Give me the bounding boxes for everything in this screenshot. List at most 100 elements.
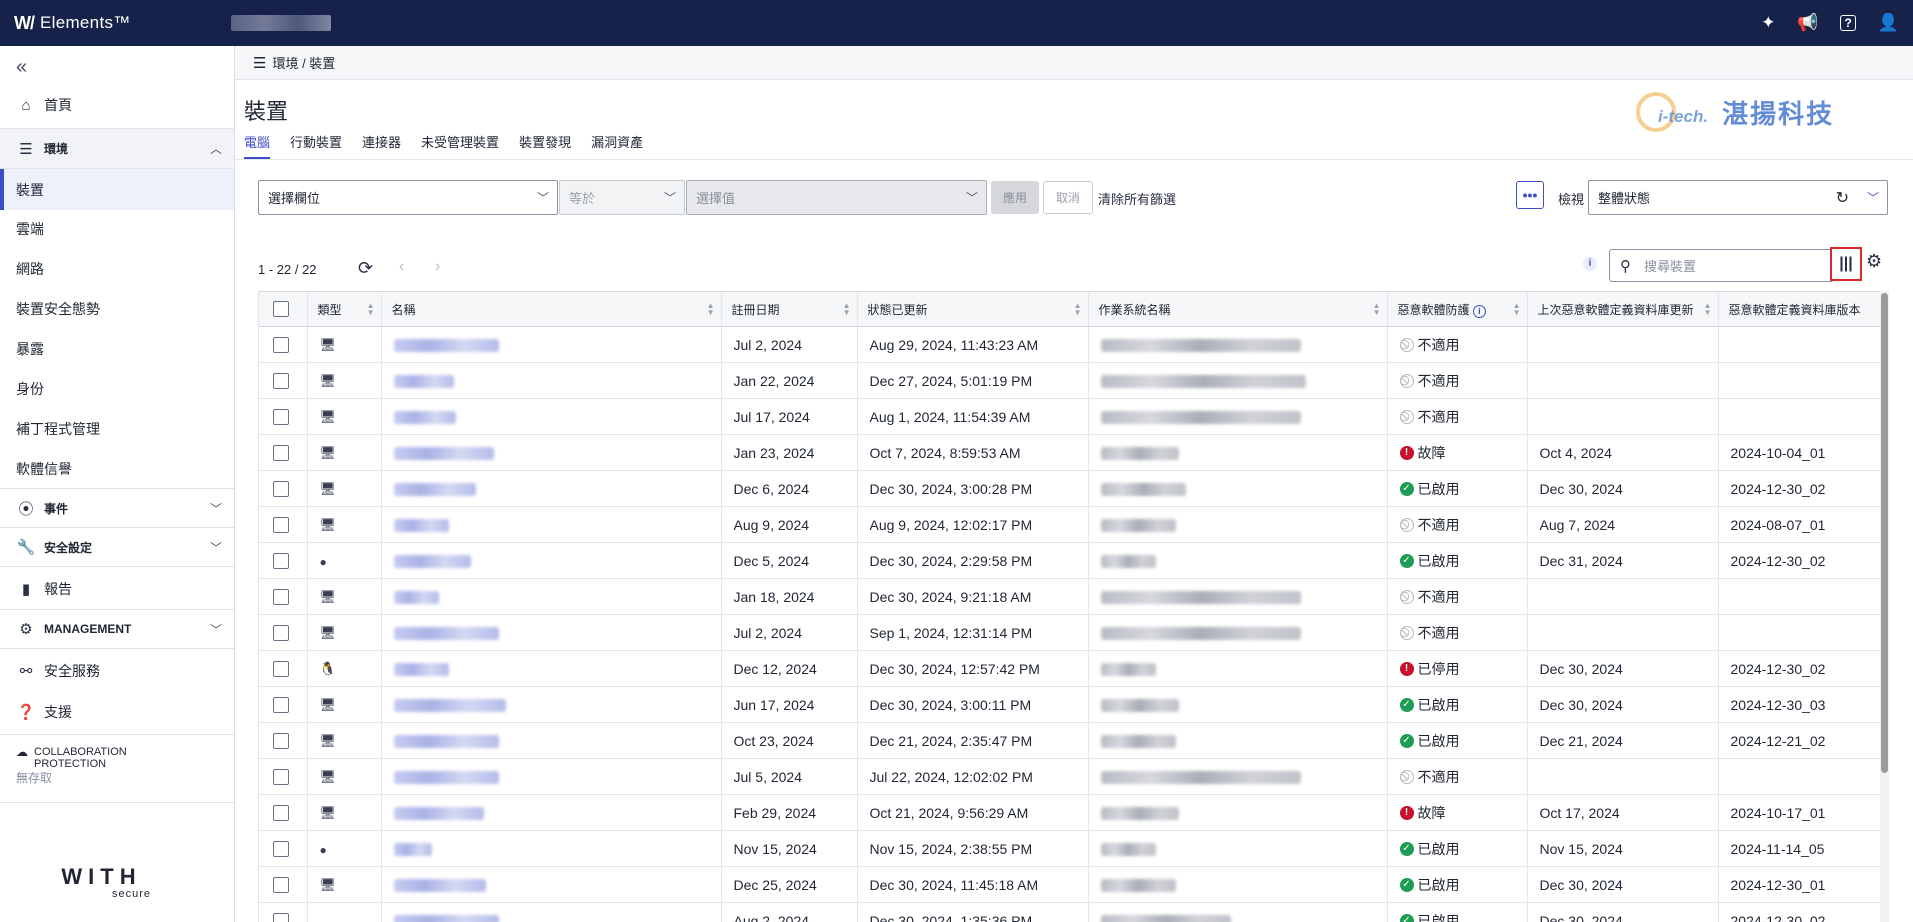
device-name-cell[interactable]: [381, 362, 722, 399]
device-name-cell[interactable]: [381, 506, 722, 543]
row-checkbox[interactable]: [273, 373, 289, 390]
refresh-icon[interactable]: ⟳: [358, 258, 373, 279]
sidebar-group-environment[interactable]: ☰ 環境 ︿: [0, 128, 234, 169]
row-checkbox[interactable]: [273, 517, 289, 534]
device-name-redacted[interactable]: [393, 807, 484, 821]
column-header-malware-protection[interactable]: 惡意軟體防護 i ▲ ▼: [1387, 291, 1528, 327]
row-checkbox[interactable]: [273, 553, 289, 570]
column-settings-button[interactable]: |||: [1830, 247, 1862, 281]
sidebar-item-reports[interactable]: ▮ 報告: [0, 570, 234, 608]
tab-vulnerable-assets[interactable]: 漏洞資產: [591, 132, 643, 159]
table-row[interactable]: 🐧 Dec 12, 2024 Dec 30, 2024, 12:57:42 PM! 已…: [259, 650, 1880, 687]
device-name-cell[interactable]: [381, 398, 722, 435]
device-name-redacted[interactable]: [393, 591, 439, 605]
device-name-redacted[interactable]: [393, 411, 456, 425]
sidebar-item-devices[interactable]: 裝置: [0, 169, 234, 210]
more-options-button[interactable]: •••: [1516, 181, 1544, 209]
column-header-last-db-update[interactable]: 上次惡意軟體定義資料庫更新 ▲ ▼: [1527, 291, 1719, 327]
table-row[interactable]: 🖥 Jan 18, 2024Dec 30, 2024, 9:21:18 AM⃠不適…: [259, 578, 1880, 615]
device-name-redacted[interactable]: [393, 843, 432, 857]
table-row[interactable]: ● Dec 5, 2024 Dec 30, 2024, 2:29:58 PM ✓ 已啟用…: [259, 542, 1880, 579]
gear-icon[interactable]: ⚙: [1866, 251, 1882, 272]
device-name-redacted[interactable]: [393, 483, 476, 497]
device-name-cell[interactable]: [381, 542, 722, 579]
sidebar-item-identity[interactable]: 身份: [0, 370, 234, 408]
row-checkbox[interactable]: [273, 733, 289, 750]
next-page-icon[interactable]: ›: [435, 258, 440, 276]
device-name-redacted[interactable]: [393, 879, 486, 893]
sidebar-item-support[interactable]: ❓ 支援: [0, 693, 234, 731]
tab-device-discovery[interactable]: 裝置發現: [519, 132, 571, 159]
row-checkbox[interactable]: [273, 661, 289, 678]
info-icon[interactable]: i: [1583, 257, 1597, 271]
sidebar-item-network[interactable]: 網路: [0, 250, 234, 288]
row-checkbox[interactable]: [273, 625, 289, 642]
table-row[interactable]: 🖥 Jul 17, 2024Aug 1, 2024, 11:54:39 AM⃠不適…: [259, 398, 1880, 435]
table-row[interactable]: 🖥 Jul 2, 2024Aug 29, 2024, 11:43:23 AM⃠不適…: [259, 326, 1880, 363]
device-name-cell[interactable]: [381, 758, 722, 795]
device-name-cell[interactable]: [381, 686, 722, 723]
clear-all-filters-link[interactable]: 清除所有篩選: [1098, 189, 1176, 208]
tab-unmanaged-devices[interactable]: 未受管理裝置: [421, 132, 499, 159]
cancel-filter-button[interactable]: 取消: [1043, 181, 1093, 214]
device-name-cell[interactable]: [381, 470, 722, 507]
sidebar-group-security-settings[interactable]: 🔧 安全設定 ﹀: [0, 528, 234, 566]
tab-mobile-devices[interactable]: 行動裝置: [290, 132, 342, 159]
row-checkbox[interactable]: [273, 409, 289, 426]
device-name-cell[interactable]: [381, 326, 722, 363]
sidebar-item-software-reputation[interactable]: 軟體信譽: [0, 450, 234, 488]
row-checkbox[interactable]: [273, 337, 289, 354]
info-icon[interactable]: i: [1472, 304, 1486, 318]
table-row[interactable]: 🖥 Jul 5, 2024Jul 22, 2024, 12:02:02 PM⃠不適…: [259, 758, 1880, 795]
tab-computers[interactable]: 電腦: [244, 132, 271, 159]
collaboration-protection[interactable]: ☁ COLLABORATION PROTECTION 無存取: [16, 746, 127, 784]
scrollbar-thumb[interactable]: [1881, 293, 1888, 773]
column-header-registered[interactable]: 註冊日期 ▲ ▼: [721, 291, 858, 327]
row-checkbox[interactable]: [273, 913, 289, 922]
organization-name-redacted[interactable]: [230, 15, 331, 31]
row-checkbox[interactable]: [273, 841, 289, 858]
sidebar-item-cloud[interactable]: 雲端: [0, 210, 234, 248]
table-row[interactable]: 🖥 Jan 22, 2024Dec 27, 2024, 5:01:19 PM⃠不適…: [259, 362, 1880, 399]
megaphone-icon[interactable]: 📢: [1797, 13, 1818, 33]
device-name-redacted[interactable]: [393, 699, 506, 713]
device-name-cell[interactable]: [381, 722, 722, 759]
filter-operator-select[interactable]: 等於 ﹀: [559, 180, 685, 215]
device-name-redacted[interactable]: [393, 735, 499, 749]
select-all-checkbox[interactable]: [273, 301, 289, 317]
sidebar-item-exposure[interactable]: 暴露: [0, 330, 234, 368]
table-row[interactable]: 🖥 Jul 2, 2024Sep 1, 2024, 12:31:14 PM⃠不適用: [259, 614, 1880, 651]
device-name-redacted[interactable]: [393, 771, 499, 785]
table-row[interactable]: 🖥 Oct 23, 2024 Dec 21, 2024, 2:35:47 PM ✓ 已啟…: [259, 722, 1880, 759]
tab-connectors[interactable]: 連接器: [362, 132, 401, 159]
sidebar-group-events[interactable]: ⦿ 事件 ﹀: [0, 489, 234, 527]
user-icon[interactable]: 👤: [1878, 13, 1899, 33]
row-checkbox[interactable]: [273, 445, 289, 462]
column-header-status-updated[interactable]: 狀態已更新 ▲ ▼: [857, 291, 1089, 327]
device-name-redacted[interactable]: [393, 663, 449, 677]
device-name-cell[interactable]: [381, 902, 722, 922]
row-checkbox[interactable]: [273, 589, 289, 606]
column-header-type[interactable]: 類型 ▲ ▼: [307, 291, 382, 327]
device-name-redacted[interactable]: [393, 555, 471, 569]
device-name-redacted[interactable]: [393, 519, 449, 533]
sparkle-icon[interactable]: ✦: [1761, 13, 1775, 33]
view-select[interactable]: 整體狀態 ↻ ﹀: [1588, 180, 1888, 215]
device-name-redacted[interactable]: [393, 915, 499, 922]
device-name-cell[interactable]: [381, 866, 722, 903]
table-row[interactable]: ▬ Aug 2, 2024 Dec 30, 2024, 1:35:36 PM ✓ 已啟用…: [259, 902, 1880, 922]
device-name-cell[interactable]: [381, 830, 722, 867]
table-row[interactable]: 🖥 Aug 9, 2024Aug 9, 2024, 12:02:17 PM⃠不適用…: [259, 506, 1880, 543]
table-row[interactable]: 🖥 Dec 25, 2024 Dec 30, 2024, 11:45:18 AM ✓ 已…: [259, 866, 1880, 903]
search-input[interactable]: ⚲ 搜尋裝置: [1609, 249, 1834, 282]
table-row[interactable]: 🖥 Jun 17, 2024 Dec 30, 2024, 3:00:11 PM ✓ 已啟…: [259, 686, 1880, 723]
sidebar-item-patch-management[interactable]: 補丁程式管理: [0, 410, 234, 448]
apply-filter-button[interactable]: 應用: [991, 181, 1039, 214]
device-name-cell[interactable]: [381, 650, 722, 687]
table-scrollbar[interactable]: [1880, 291, 1889, 922]
row-checkbox[interactable]: [273, 769, 289, 786]
device-name-cell[interactable]: [381, 434, 722, 471]
device-name-redacted[interactable]: [393, 375, 454, 389]
row-checkbox[interactable]: [273, 805, 289, 822]
table-row[interactable]: ● Nov 15, 2024 Nov 15, 2024, 2:38:55 PM ✓ 已啟…: [259, 830, 1880, 867]
